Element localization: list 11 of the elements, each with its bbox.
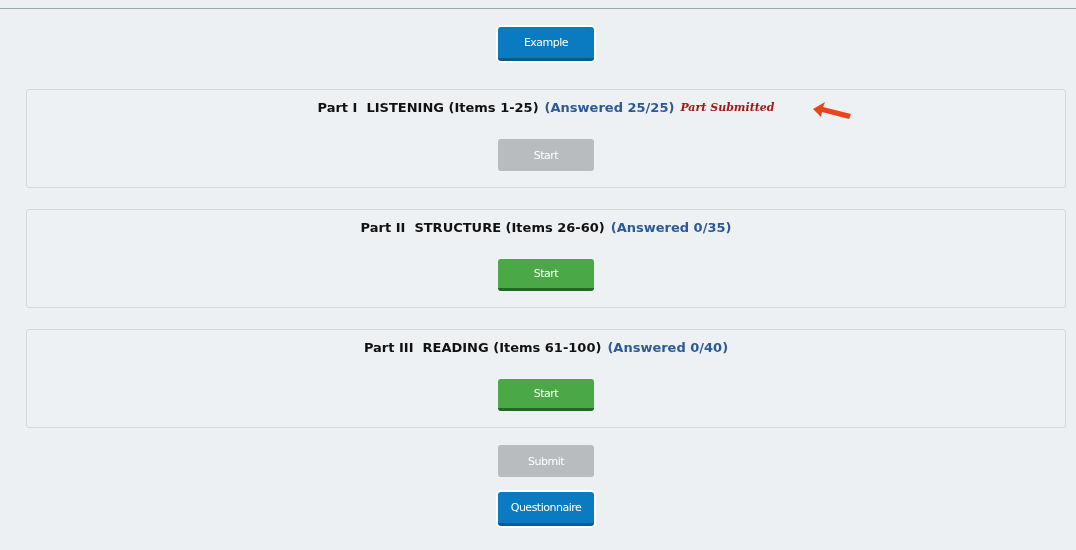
- answered-count: (Answered 25/25): [544, 100, 675, 115]
- part-title: Part II STRUCTURE (Items 26-60): [360, 220, 605, 235]
- part-title: Part III READING (Items 61-100): [363, 340, 602, 355]
- answered-count: (Answered 0/40): [607, 340, 729, 355]
- answered-count: (Answered 0/35): [610, 220, 732, 235]
- example-button[interactable]: Example: [498, 27, 594, 61]
- part-status: Part Submitted: [680, 101, 775, 114]
- start-button[interactable]: Start: [498, 379, 594, 411]
- part-title: Part I LISTENING (Items 1-25): [317, 100, 539, 115]
- start-button[interactable]: Start: [498, 259, 594, 291]
- questionnaire-button[interactable]: Questionnaire: [498, 492, 594, 526]
